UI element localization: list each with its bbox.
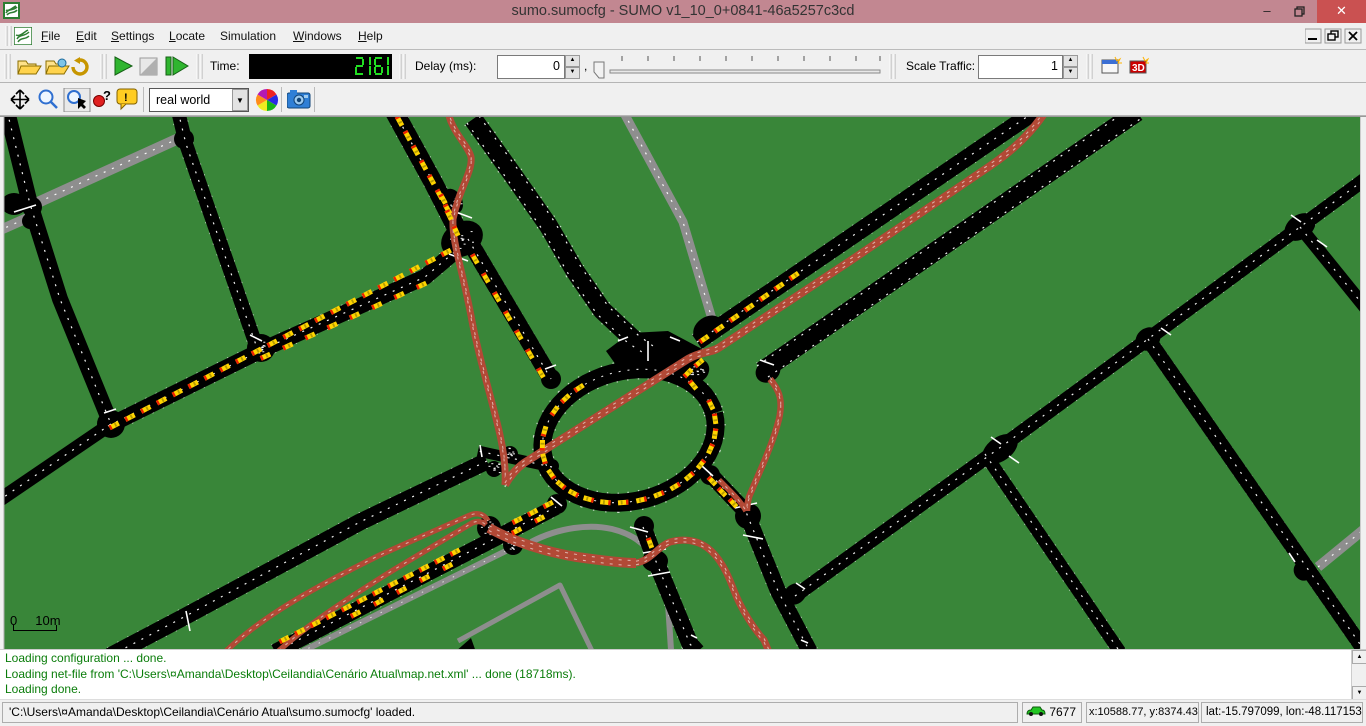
svg-text:?: ? xyxy=(103,88,111,103)
svg-text:3D: 3D xyxy=(1132,63,1145,74)
svg-text:!: ! xyxy=(124,92,128,104)
